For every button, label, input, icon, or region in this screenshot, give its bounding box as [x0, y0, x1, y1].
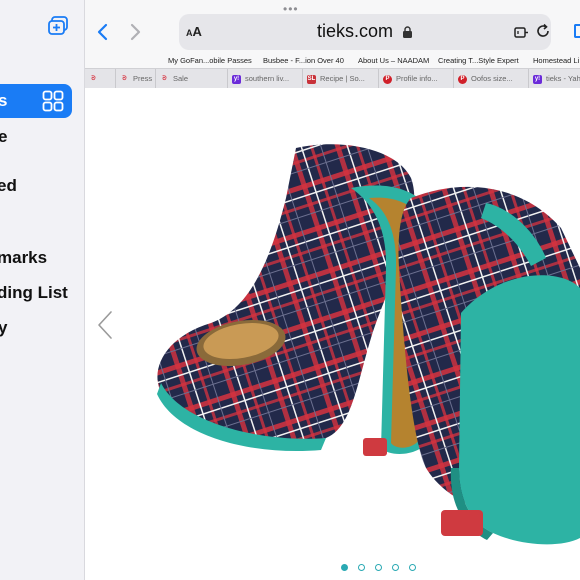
- tab-label: southern liv...: [245, 74, 290, 83]
- sidebar: s e ed marks ding List y: [0, 0, 85, 580]
- favorite-item[interactable]: My GoFan...obile Passes: [168, 56, 252, 65]
- sidebar-item-history[interactable]: y: [0, 313, 7, 343]
- sidebar-item-private[interactable]: e: [0, 122, 7, 152]
- yahoo-favicon-icon: y!: [232, 74, 241, 84]
- tieks-favicon-icon: ᘐ: [162, 75, 167, 82]
- sidebar-item-label: ed: [0, 176, 17, 195]
- carousel-dot[interactable]: [392, 564, 399, 571]
- yahoo-favicon-icon: y!: [533, 74, 542, 84]
- tab-label: Profile info...: [396, 74, 438, 83]
- carousel-dot[interactable]: [409, 564, 416, 571]
- back-arrow-icon[interactable]: [93, 22, 113, 42]
- carousel-previous-icon[interactable]: [97, 310, 113, 340]
- tab-item[interactable]: P Profile info...: [379, 69, 454, 88]
- tab-item[interactable]: ᘐ Press: [116, 69, 156, 88]
- carousel-dot[interactable]: [375, 564, 382, 571]
- sidebar-item-shared[interactable]: ed: [0, 171, 17, 201]
- favorite-item[interactable]: Busbee - F...ion Over 40: [263, 56, 344, 65]
- sidebar-item-label: y: [0, 318, 7, 337]
- sidebar-item-bookmarks[interactable]: marks: [0, 243, 47, 273]
- tab-strip: ᘐ ᘐ Press ᘐ Sale y! southern liv... SL Recip…: [85, 68, 580, 88]
- tab-label: Press: [133, 74, 153, 83]
- tab-item[interactable]: ᘐ: [85, 69, 116, 88]
- lock-icon: [403, 26, 413, 38]
- carousel-dot[interactable]: [341, 564, 348, 571]
- browser-toolbar: ••• AA tieks.com My GoFan...obile Passes…: [85, 0, 580, 88]
- tab-label: tieks - Yah: [546, 74, 580, 83]
- forward-arrow-icon[interactable]: [125, 22, 145, 42]
- page-content: [85, 88, 580, 580]
- sidebar-item-label: ding List: [0, 283, 68, 302]
- tab-item[interactable]: ᘐ Sale: [156, 69, 228, 88]
- favorite-item[interactable]: Homestead Li: [533, 56, 579, 65]
- carousel-dot[interactable]: [358, 564, 365, 571]
- favorite-item[interactable]: Creating T...Style Expert: [438, 56, 519, 65]
- tab-item[interactable]: y! southern liv...: [228, 69, 303, 88]
- tieks-favicon-icon: ᘐ: [91, 75, 96, 82]
- pinterest-favicon-icon: P: [383, 74, 392, 84]
- favorites-bar: My GoFan...obile Passes Busbee - F...ion…: [85, 54, 580, 68]
- tab-label: Recipe | So...: [320, 74, 365, 83]
- extension-icon[interactable]: [513, 24, 529, 40]
- sidebar-item-label: e: [0, 127, 7, 146]
- pinterest-favicon-icon: P: [458, 74, 467, 84]
- new-tab-group-icon[interactable]: [47, 15, 69, 37]
- tab-label: Sale: [173, 74, 189, 83]
- sidebar-item-reading-list[interactable]: ding List: [0, 278, 68, 308]
- sidebar-item-tabs[interactable]: s: [0, 84, 72, 118]
- tabs-overview-icon[interactable]: [574, 24, 580, 38]
- tieks-favicon-icon: ᘐ: [122, 75, 127, 82]
- product-image: [157, 144, 580, 545]
- tab-item[interactable]: P Oofos size...: [454, 69, 529, 88]
- reload-icon[interactable]: [535, 23, 551, 39]
- url-display[interactable]: tieks.com: [179, 21, 551, 42]
- tab-item[interactable]: SL Recipe | So...: [303, 69, 379, 88]
- address-bar[interactable]: AA tieks.com: [179, 14, 551, 50]
- tab-overview-grid-icon[interactable]: [42, 90, 64, 112]
- sidebar-item-label: s: [0, 84, 7, 118]
- favorite-item[interactable]: About Us – NAADAM: [358, 56, 429, 65]
- sidebar-item-label: marks: [0, 248, 48, 267]
- tab-label: Oofos size...: [471, 74, 513, 83]
- tab-item[interactable]: y! tieks - Yah: [529, 69, 580, 88]
- southern-living-favicon-icon: SL: [307, 74, 316, 84]
- url-text: tieks.com: [316, 21, 393, 41]
